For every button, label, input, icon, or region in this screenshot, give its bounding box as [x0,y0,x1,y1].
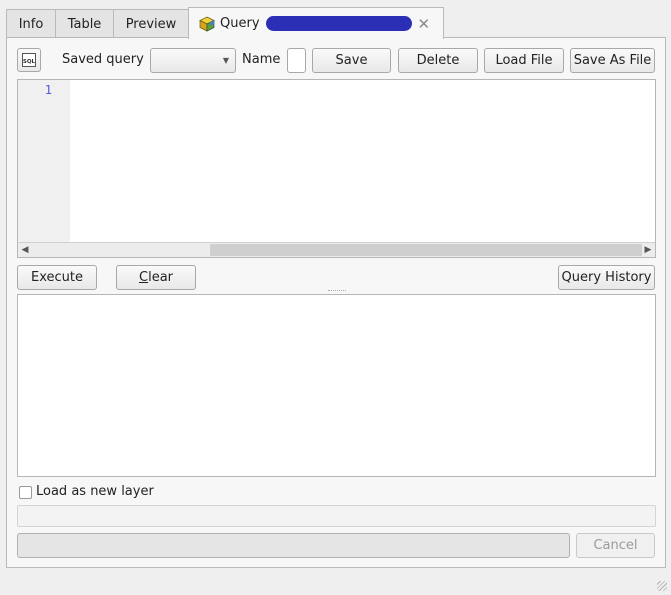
clear-button[interactable]: Clear [116,265,196,290]
chevron-down-icon: ▼ [222,56,229,65]
scrollbar-thumb[interactable] [210,244,642,256]
tab-info-label: Info [18,17,44,32]
layer-name-input [17,505,656,527]
tab-table-label: Table [67,17,102,32]
save-button-label: Save [335,53,368,68]
delete-button-label: Delete [416,53,460,68]
cancel-button: Cancel [576,533,655,558]
sql-icon: SQL [21,52,37,68]
sql-format-button[interactable]: SQL [17,48,41,72]
line-number-gutter: 1 [18,80,70,243]
tab-preview-label: Preview [125,17,177,32]
query-history-button[interactable]: Query History [558,265,655,290]
database-cube-icon [199,16,215,32]
tab-preview[interactable]: Preview [113,9,189,39]
progress-bar [17,533,570,558]
resize-grip-icon[interactable] [657,581,667,591]
delete-button[interactable]: Delete [398,48,478,73]
execute-button[interactable]: Execute [17,265,97,290]
sql-editor[interactable]: 1 ◀ ▶ [17,79,656,258]
results-table[interactable] [17,294,656,477]
query-history-button-label: Query History [561,270,652,285]
scroll-right-icon[interactable]: ▶ [641,243,655,257]
load-as-layer-label: Load as new layer [36,484,154,499]
load-as-layer-checkbox[interactable] [19,486,32,499]
close-tab-icon[interactable]: ✕ [418,15,431,33]
splitter-handle[interactable] [328,290,346,293]
saved-query-dropdown[interactable]: ▼ [150,48,236,73]
clear-button-label: Clear [139,270,173,285]
tab-query[interactable]: Query ✕ [188,7,444,39]
load-file-button-label: Load File [495,53,553,68]
horizontal-scrollbar[interactable]: ◀ ▶ [18,242,655,257]
scroll-left-icon[interactable]: ◀ [18,243,32,257]
tab-table[interactable]: Table [55,9,114,39]
tab-info[interactable]: Info [6,9,56,39]
save-as-file-button-label: Save As File [573,53,652,68]
execute-button-label: Execute [31,270,83,285]
sql-editor-content[interactable] [74,83,651,238]
line-number: 1 [44,83,52,97]
redacted-connection-name [265,16,412,31]
tab-query-label: Query [220,16,260,31]
name-label: Name [242,52,281,67]
save-as-file-button[interactable]: Save As File [570,48,655,73]
cancel-button-label: Cancel [593,538,638,553]
load-file-button[interactable]: Load File [484,48,564,73]
name-input[interactable] [287,48,306,73]
saved-query-label: Saved query [62,52,144,67]
sql-icon-text: SQL [23,59,36,65]
save-button[interactable]: Save [312,48,391,73]
